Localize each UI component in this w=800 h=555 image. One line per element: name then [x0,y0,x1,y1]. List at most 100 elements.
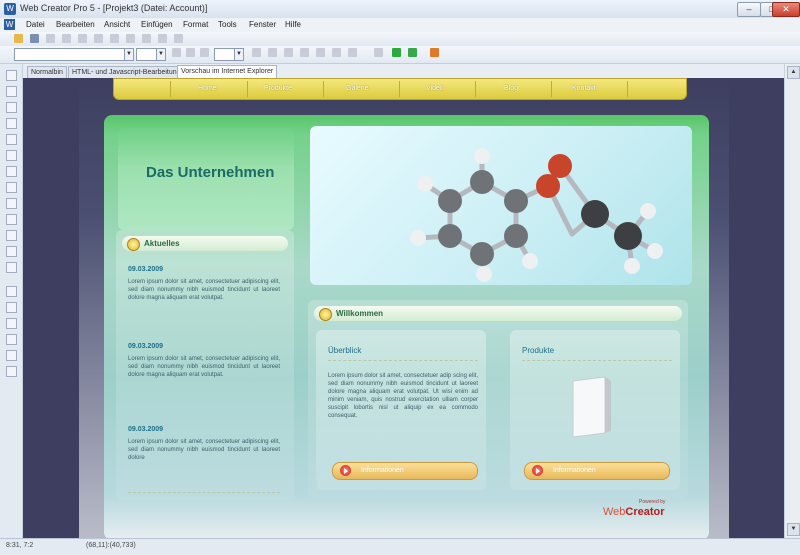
menu-hilfe[interactable]: Hilfe [285,20,301,29]
products-title: Produkte [522,346,555,355]
cursor-tool-icon[interactable] [6,182,17,193]
nav-separator [323,81,324,97]
minimize-button[interactable]: – [737,2,761,17]
news-sidebar: Aktuelles 09.03.2009 Lorem ipsum dolor s… [116,230,294,500]
justify-icon[interactable] [300,48,309,57]
button-label: Informationen [361,467,404,474]
menu-ansicht[interactable]: Ansicht [104,20,130,29]
nav-produkte[interactable]: Produkte [264,85,292,92]
table-icon[interactable] [174,34,183,43]
scroll-down-icon[interactable]: ▼ [787,523,800,536]
publish-icon[interactable] [408,48,417,57]
nav-separator [627,81,628,97]
tab-preview[interactable]: Vorschau im Internet Explorer [177,65,278,79]
webcreator-logo[interactable]: WebCreator [603,506,665,518]
settings-tool-icon[interactable] [6,350,17,361]
menu-tools[interactable]: Tools [218,20,237,29]
nav-video[interactable]: Video [426,85,444,92]
overview-info-button[interactable]: Informationen [332,462,478,480]
news-item: 09.03.2009 Lorem ipsum dolor sit amet, c… [128,266,280,302]
welcome-heading-bar: Willkommen [314,306,682,321]
nav-blog[interactable]: Blog [504,85,518,92]
close-button[interactable]: ✕ [772,2,800,17]
anchor-tool-icon[interactable] [6,246,17,257]
bold-icon[interactable] [172,48,181,57]
style-select[interactable]: ▼ [214,48,244,61]
image-icon[interactable] [158,34,167,43]
bullet-icon [127,238,140,251]
overview-title: Überblick [328,346,362,355]
status-position: 8:31, 7:2 [6,542,34,549]
standard-toolbar [0,32,800,46]
save-icon[interactable] [30,34,39,43]
print-icon[interactable] [46,34,55,43]
nav-kontakt[interactable]: Kontakt [572,85,596,92]
tab-html[interactable]: HTML- und Javascript-Bearbeitung [68,66,185,78]
divider [128,492,280,493]
hero-image [310,126,692,285]
italic-icon[interactable] [186,48,195,57]
button-label: Informationen [553,467,596,474]
font-select[interactable]: ▼ [14,48,134,61]
button-tool-icon[interactable] [6,118,17,129]
paste-icon[interactable] [94,34,103,43]
redo-icon[interactable] [126,34,135,43]
tab-normal[interactable]: Normalbin [27,66,67,78]
layer-tool-icon[interactable] [6,286,17,297]
script-tool-icon[interactable] [6,366,17,377]
table-tool-icon[interactable] [6,262,17,273]
preview-canvas[interactable]: Home Produkte Galerie Video Blog Kontakt… [23,78,784,538]
shape-tool-icon[interactable] [6,198,17,209]
scroll-up-icon[interactable]: ▲ [787,66,800,79]
box-tool-icon[interactable] [6,86,17,97]
news-item: 09.03.2009 Lorem ipsum dolor sit amet, c… [128,426,280,462]
undo-icon[interactable] [110,34,119,43]
upload-icon[interactable] [430,48,439,57]
vertical-scrollbar[interactable]: ▲ ▼ [784,64,800,538]
form-tool-icon[interactable] [6,150,17,161]
picture-tool-icon[interactable] [6,166,17,177]
format-toolbar: ▼ ▼ ▼ [0,46,800,64]
products-info-button[interactable]: Informationen [524,462,670,480]
menu-format[interactable]: Format [183,20,208,29]
copy-icon[interactable] [78,34,87,43]
line-tool-icon[interactable] [6,134,17,145]
align-left-icon[interactable] [252,48,261,57]
menu-bearbeiten[interactable]: Bearbeiten [56,20,95,29]
indent-icon[interactable] [332,48,341,57]
spellcheck-icon[interactable] [374,48,383,57]
underline-icon[interactable] [200,48,209,57]
divider [328,360,478,361]
media-tool-icon[interactable] [6,318,17,329]
logo-creator: Creator [625,506,665,518]
link-icon[interactable] [142,34,151,43]
cut-icon[interactable] [62,34,71,43]
news-text: Lorem ipsum dolor sit amet, consectetuer… [128,356,280,378]
list-icon[interactable] [316,48,325,57]
nav-galerie[interactable]: Galerie [346,85,369,92]
align-right-icon[interactable] [284,48,293,57]
document-icon[interactable]: W [4,19,15,30]
open-icon[interactable] [14,34,23,43]
menu-einfuegen[interactable]: Einfügen [141,20,173,29]
flash-tool-icon[interactable] [6,334,17,345]
frame-tool-icon[interactable] [6,102,17,113]
news-item: 09.03.2009 Lorem ipsum dolor sit amet, c… [128,343,280,379]
grid-tool-icon[interactable] [6,302,17,313]
nav-separator [551,81,552,97]
text-tool-icon[interactable] [6,70,17,81]
menu-datei[interactable]: Datei [26,20,45,29]
nav-separator [475,81,476,97]
align-center-icon[interactable] [268,48,277,57]
outdent-icon[interactable] [348,48,357,57]
news-date: 09.03.2009 [128,426,164,433]
pen-tool-icon[interactable] [6,214,17,225]
nav-separator [247,81,248,97]
brush-tool-icon[interactable] [6,230,17,241]
molecule-illustration [410,148,663,282]
nav-home[interactable]: Home [198,85,217,92]
check-icon[interactable] [392,48,401,57]
size-select[interactable]: ▼ [136,48,166,61]
status-bar: 8:31, 7:2 (68,11):(40,733) [0,538,800,555]
menu-fenster[interactable]: Fenster [249,20,276,29]
